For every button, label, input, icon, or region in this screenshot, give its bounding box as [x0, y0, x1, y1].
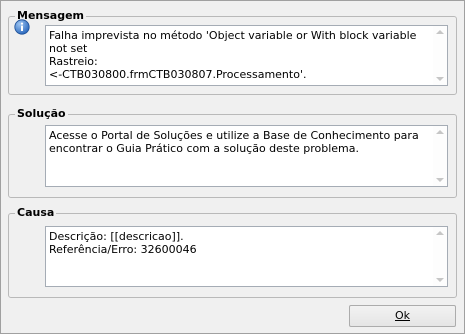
causa-textbox[interactable]: Descrição: [[descricao]]. Referência/Err…	[45, 226, 448, 287]
scroll-up-arrow-icon[interactable]	[436, 30, 444, 34]
solucao-scrollbar[interactable]	[433, 126, 447, 186]
mensagem-text: Falha imprevista no método 'Object varia…	[49, 29, 417, 81]
group-title-solucao: Solução	[15, 107, 68, 121]
ok-button-label: Ok	[394, 309, 411, 322]
mensagem-textbox[interactable]: Falha imprevista no método 'Object varia…	[45, 25, 448, 86]
solucao-text: Acesse o Portal de Soluções e utilize a …	[49, 129, 423, 155]
info-icon	[14, 19, 30, 35]
causa-text: Descrição: [[descricao]]. Referência/Err…	[49, 230, 197, 256]
ok-button[interactable]: Ok	[349, 305, 456, 327]
scroll-down-arrow-icon[interactable]	[436, 77, 444, 81]
scroll-up-arrow-icon[interactable]	[436, 231, 444, 235]
group-title-causa: Causa	[15, 206, 57, 220]
mensagem-scrollbar[interactable]	[433, 26, 447, 85]
error-dialog: Mensagem Falha imprevista no método 'Obj…	[0, 0, 465, 334]
scroll-down-arrow-icon[interactable]	[436, 178, 444, 182]
solucao-textbox[interactable]: Acesse o Portal de Soluções e utilize a …	[45, 125, 448, 187]
scroll-up-arrow-icon[interactable]	[436, 130, 444, 134]
causa-scrollbar[interactable]	[433, 227, 447, 286]
scroll-down-arrow-icon[interactable]	[436, 278, 444, 282]
